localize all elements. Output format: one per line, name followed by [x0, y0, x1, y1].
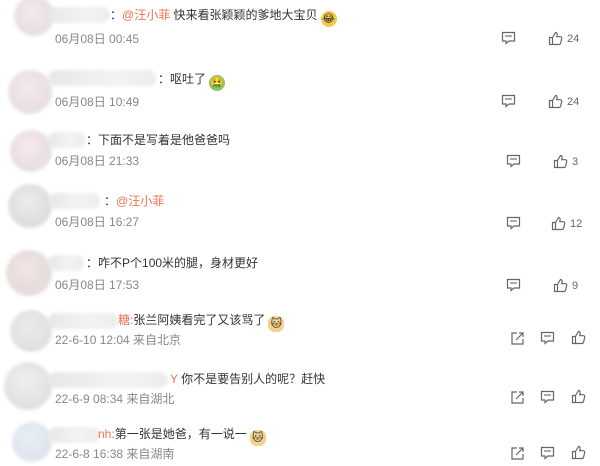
username-blurred[interactable]: [48, 313, 118, 329]
username-blurred[interactable]: [48, 255, 84, 271]
share-button[interactable]: [510, 446, 525, 461]
comment-button[interactable]: [506, 278, 521, 292]
comment-icon: [506, 278, 521, 292]
reply-time: 22-6-9 08:34 来自湖北: [55, 392, 175, 406]
username-blurred[interactable]: [48, 372, 168, 388]
comment-item: ：@汪小菲 快来看张颖颖的爹地大宝贝 😂 06月08日 00:45 24: [0, 0, 600, 62]
comment-icon: [540, 331, 555, 345]
username-blurred[interactable]: [48, 70, 156, 86]
username-blurred[interactable]: [48, 427, 100, 443]
comment-time: 06月08日 16:27: [55, 215, 140, 229]
laugh-emoji-icon: 😂: [320, 11, 337, 27]
share-icon: [511, 391, 524, 404]
comment-icon: [506, 154, 521, 168]
like-count: 9: [572, 279, 579, 292]
comment-time: 06月08日 21:33: [55, 154, 140, 168]
username-blurred[interactable]: [48, 193, 100, 209]
vomit-emoji-icon: 🤮: [209, 75, 226, 91]
comment-button[interactable]: [501, 31, 516, 45]
reply-time: 22-6-10 12:04 来自北京: [55, 333, 182, 347]
username-blurred[interactable]: [48, 132, 86, 148]
avatar[interactable]: [10, 130, 52, 172]
like-button[interactable]: 24: [548, 31, 579, 46]
comment-button[interactable]: [540, 390, 555, 404]
like-count: 24: [567, 32, 580, 45]
reply-item: Y 你不是要告别人的呢？赶快 22-6-9 08:34 来自湖北: [0, 358, 600, 416]
thumbs-up-icon: [571, 330, 586, 345]
mention-link[interactable]: @汪小菲: [116, 194, 164, 208]
comment-button[interactable]: [506, 216, 521, 230]
comment-icon: [540, 390, 555, 404]
thumbs-up-icon: [553, 154, 568, 169]
cat-emoji-icon: 🐱: [249, 430, 266, 446]
comment-button[interactable]: [540, 331, 555, 345]
like-count: 24: [567, 95, 580, 108]
comment-time: 06月08日 17:53: [55, 278, 140, 292]
comment-time: 06月08日 00:45: [55, 32, 140, 46]
comment-icon: [501, 94, 516, 108]
share-button[interactable]: [510, 390, 525, 405]
comment-icon: [506, 216, 521, 230]
like-count: 12: [570, 217, 583, 230]
like-button[interactable]: 3: [553, 154, 578, 169]
reply-item: nh:第一张是她爸，有一说一 🐱 22-6-8 16:38 来自湖南: [0, 416, 600, 466]
thumbs-up-icon: [551, 216, 566, 231]
comment-button[interactable]: [501, 94, 516, 108]
like-button[interactable]: [571, 389, 586, 404]
cat-emoji-icon: 🐱: [268, 316, 285, 332]
like-button[interactable]: [571, 330, 586, 345]
avatar[interactable]: [10, 310, 52, 352]
avatar[interactable]: [8, 184, 52, 228]
comment-text: ：下面不是写着是他爸爸吗: [86, 133, 231, 147]
reply-time: 22-6-8 16:38 来自湖南: [55, 447, 175, 461]
reply-text: 糖:张兰阿姨看完了又该骂了 🐱: [118, 311, 285, 332]
avatar[interactable]: [12, 422, 52, 462]
reply-text: Y 你不是要告别人的呢？赶快: [170, 372, 326, 386]
share-button[interactable]: [510, 331, 525, 346]
avatar[interactable]: [6, 250, 52, 296]
comment-text: ：呕吐了 🤮: [158, 72, 226, 91]
avatar[interactable]: [4, 362, 52, 410]
thumbs-up-icon: [548, 31, 563, 46]
comment-text: ：@汪小菲 快来看张颖颖的爹地大宝贝 😂: [110, 8, 337, 27]
comment-text: ：咋不P个100米的腿，身材更好: [86, 256, 259, 270]
comment-button[interactable]: [540, 446, 555, 460]
comment-icon: [540, 446, 555, 460]
thumbs-up-icon: [553, 278, 568, 293]
like-button[interactable]: [571, 445, 586, 460]
reply-text: nh:第一张是她爸，有一说一 🐱: [98, 425, 266, 446]
share-icon: [511, 447, 524, 460]
comment-item: ：下面不是写着是他爸爸吗 06月08日 21:33 3: [0, 124, 600, 182]
comment-item: ：咋不P个100米的腿，身材更好 06月08日 17:53 9: [0, 242, 600, 300]
reply-item: 糖:张兰阿姨看完了又该骂了 🐱 22-6-10 12:04 来自北京: [0, 300, 600, 358]
like-count: 3: [572, 155, 579, 168]
comment-text: ：@汪小菲: [104, 194, 165, 208]
comment-item: ：@汪小菲 06月08日 16:27 12: [0, 182, 600, 242]
username-blurred[interactable]: [48, 7, 110, 23]
thumbs-up-icon: [571, 389, 586, 404]
comment-icon: [501, 31, 516, 45]
mention-link[interactable]: @汪小菲: [122, 8, 170, 22]
thumbs-up-icon: [571, 445, 586, 460]
avatar[interactable]: [8, 70, 52, 114]
thumbs-up-icon: [548, 94, 563, 109]
comment-time: 06月08日 10:49: [55, 95, 140, 109]
comment-item: ：呕吐了 🤮 06月08日 10:49 24: [0, 62, 600, 124]
comment-button[interactable]: [506, 154, 521, 168]
like-button[interactable]: 24: [548, 94, 579, 109]
share-icon: [511, 332, 524, 345]
like-button[interactable]: 9: [553, 278, 578, 293]
like-button[interactable]: 12: [551, 216, 582, 231]
